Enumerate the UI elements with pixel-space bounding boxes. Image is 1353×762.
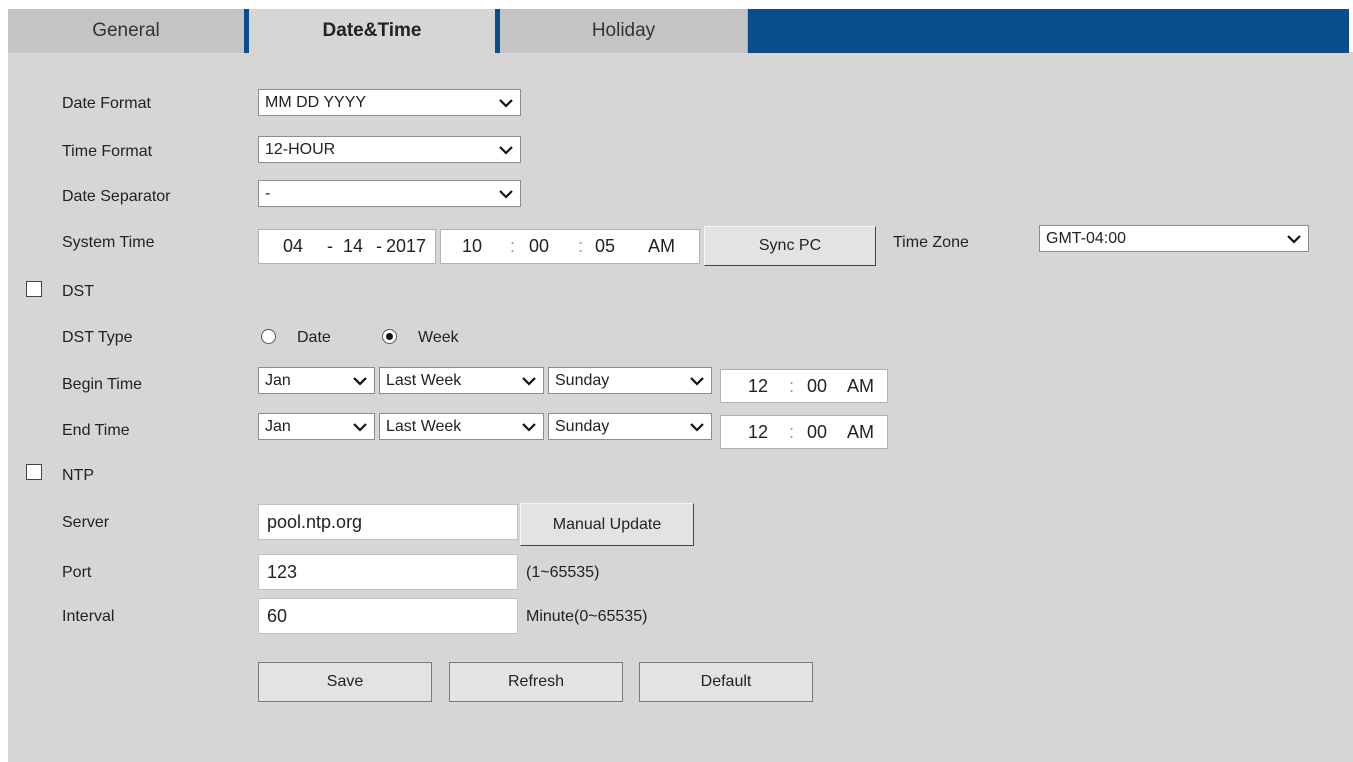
system-year[interactable]: 2017 xyxy=(386,236,426,257)
end-ampm[interactable]: AM xyxy=(847,422,874,443)
begin-day-select[interactable]: Sunday xyxy=(548,367,712,394)
system-ampm[interactable]: AM xyxy=(648,236,675,257)
dst-type-date-label: Date xyxy=(297,329,331,346)
begin-ampm[interactable]: AM xyxy=(847,376,874,397)
date-separator-value: - xyxy=(265,185,271,202)
tab-date-time[interactable]: Date&Time xyxy=(244,9,500,53)
port-hint: (1~65535) xyxy=(526,564,600,581)
chevron-down-icon xyxy=(353,377,367,386)
date-format-select[interactable]: MM DD YYYY xyxy=(258,89,521,116)
refresh-button[interactable]: Refresh xyxy=(449,662,623,702)
end-clock-input[interactable]: 12 : 00 AM xyxy=(720,415,888,449)
dst-type-week-radio[interactable] xyxy=(382,329,397,344)
tab-general[interactable]: General xyxy=(8,9,245,53)
interval-input[interactable]: 60 xyxy=(258,598,518,634)
date-separator-select[interactable]: - xyxy=(258,180,521,207)
system-time-label: System Time xyxy=(62,234,155,251)
server-label: Server xyxy=(62,514,110,531)
date-sep-1: - xyxy=(327,236,333,256)
chevron-down-icon xyxy=(499,146,513,155)
date-separator-label: Date Separator xyxy=(62,188,171,205)
dst-type-week-label: Week xyxy=(418,329,459,346)
begin-month-value: Jan xyxy=(265,372,291,389)
end-month-select[interactable]: Jan xyxy=(258,413,375,440)
chevron-down-icon xyxy=(522,423,536,432)
begin-day-value: Sunday xyxy=(555,372,610,389)
server-input[interactable]: pool.ntp.org xyxy=(258,504,518,540)
dst-type-date-radio[interactable] xyxy=(261,329,276,344)
chevron-down-icon xyxy=(499,99,513,108)
system-hour[interactable]: 10 xyxy=(462,236,482,257)
ntp-label: NTP xyxy=(62,467,94,484)
end-hour[interactable]: 12 xyxy=(748,422,768,443)
end-colon: : xyxy=(789,422,795,442)
system-minute[interactable]: 00 xyxy=(529,236,549,257)
begin-week-select[interactable]: Last Week xyxy=(379,367,544,394)
save-button[interactable]: Save xyxy=(258,662,432,702)
settings-frame: General Date&Time Holiday Date Format MM… xyxy=(0,0,1353,762)
begin-week-value: Last Week xyxy=(386,372,462,389)
port-label: Port xyxy=(62,564,92,581)
interval-label: Interval xyxy=(62,608,115,625)
date-format-label: Date Format xyxy=(62,95,151,112)
settings-panel xyxy=(8,52,1353,762)
begin-minute[interactable]: 00 xyxy=(807,376,827,397)
manual-update-button[interactable]: Manual Update xyxy=(520,503,694,546)
chevron-down-icon xyxy=(499,190,513,199)
chevron-down-icon xyxy=(353,423,367,432)
end-week-select[interactable]: Last Week xyxy=(379,413,544,440)
time-format-select[interactable]: 12-HOUR xyxy=(258,136,521,163)
time-zone-select[interactable]: GMT-04:00 xyxy=(1039,225,1309,252)
begin-clock-input[interactable]: 12 : 00 AM xyxy=(720,369,888,403)
ntp-checkbox[interactable] xyxy=(26,464,42,480)
time-colon-1: : xyxy=(510,236,516,256)
dst-label: DST xyxy=(62,283,94,300)
chevron-down-icon xyxy=(1287,235,1301,244)
system-clock-input[interactable]: 10 : 00 : 05 AM xyxy=(440,229,700,264)
chevron-down-icon xyxy=(690,423,704,432)
system-date-input[interactable]: 04 - 14 - 2017 xyxy=(258,229,436,264)
time-zone-value: GMT-04:00 xyxy=(1046,230,1127,247)
chevron-down-icon xyxy=(690,377,704,386)
time-format-label: Time Format xyxy=(62,143,153,160)
tab-holiday[interactable]: Holiday xyxy=(500,9,748,53)
end-month-value: Jan xyxy=(265,418,291,435)
dst-checkbox[interactable] xyxy=(26,281,42,297)
begin-hour[interactable]: 12 xyxy=(748,376,768,397)
end-day-select[interactable]: Sunday xyxy=(548,413,712,440)
time-zone-label: Time Zone xyxy=(893,234,969,251)
end-time-label: End Time xyxy=(62,422,130,439)
tab-bar: General Date&Time Holiday xyxy=(8,9,1349,53)
default-button[interactable]: Default xyxy=(639,662,813,702)
chevron-down-icon xyxy=(522,377,536,386)
port-input[interactable]: 123 xyxy=(258,554,518,590)
end-week-value: Last Week xyxy=(386,418,462,435)
begin-colon: : xyxy=(789,376,795,396)
sync-pc-button[interactable]: Sync PC xyxy=(704,226,876,266)
date-format-value: MM DD YYYY xyxy=(265,94,367,111)
begin-month-select[interactable]: Jan xyxy=(258,367,375,394)
system-month[interactable]: 04 xyxy=(283,236,303,257)
dst-type-label: DST Type xyxy=(62,329,133,346)
end-minute[interactable]: 00 xyxy=(807,422,827,443)
date-sep-2: - xyxy=(376,236,382,256)
interval-hint: Minute(0~65535) xyxy=(526,608,648,625)
system-second[interactable]: 05 xyxy=(595,236,615,257)
time-format-value: 12-HOUR xyxy=(265,141,336,158)
system-day[interactable]: 14 xyxy=(343,236,363,257)
time-colon-2: : xyxy=(578,236,584,256)
end-day-value: Sunday xyxy=(555,418,610,435)
begin-time-label: Begin Time xyxy=(62,376,143,393)
